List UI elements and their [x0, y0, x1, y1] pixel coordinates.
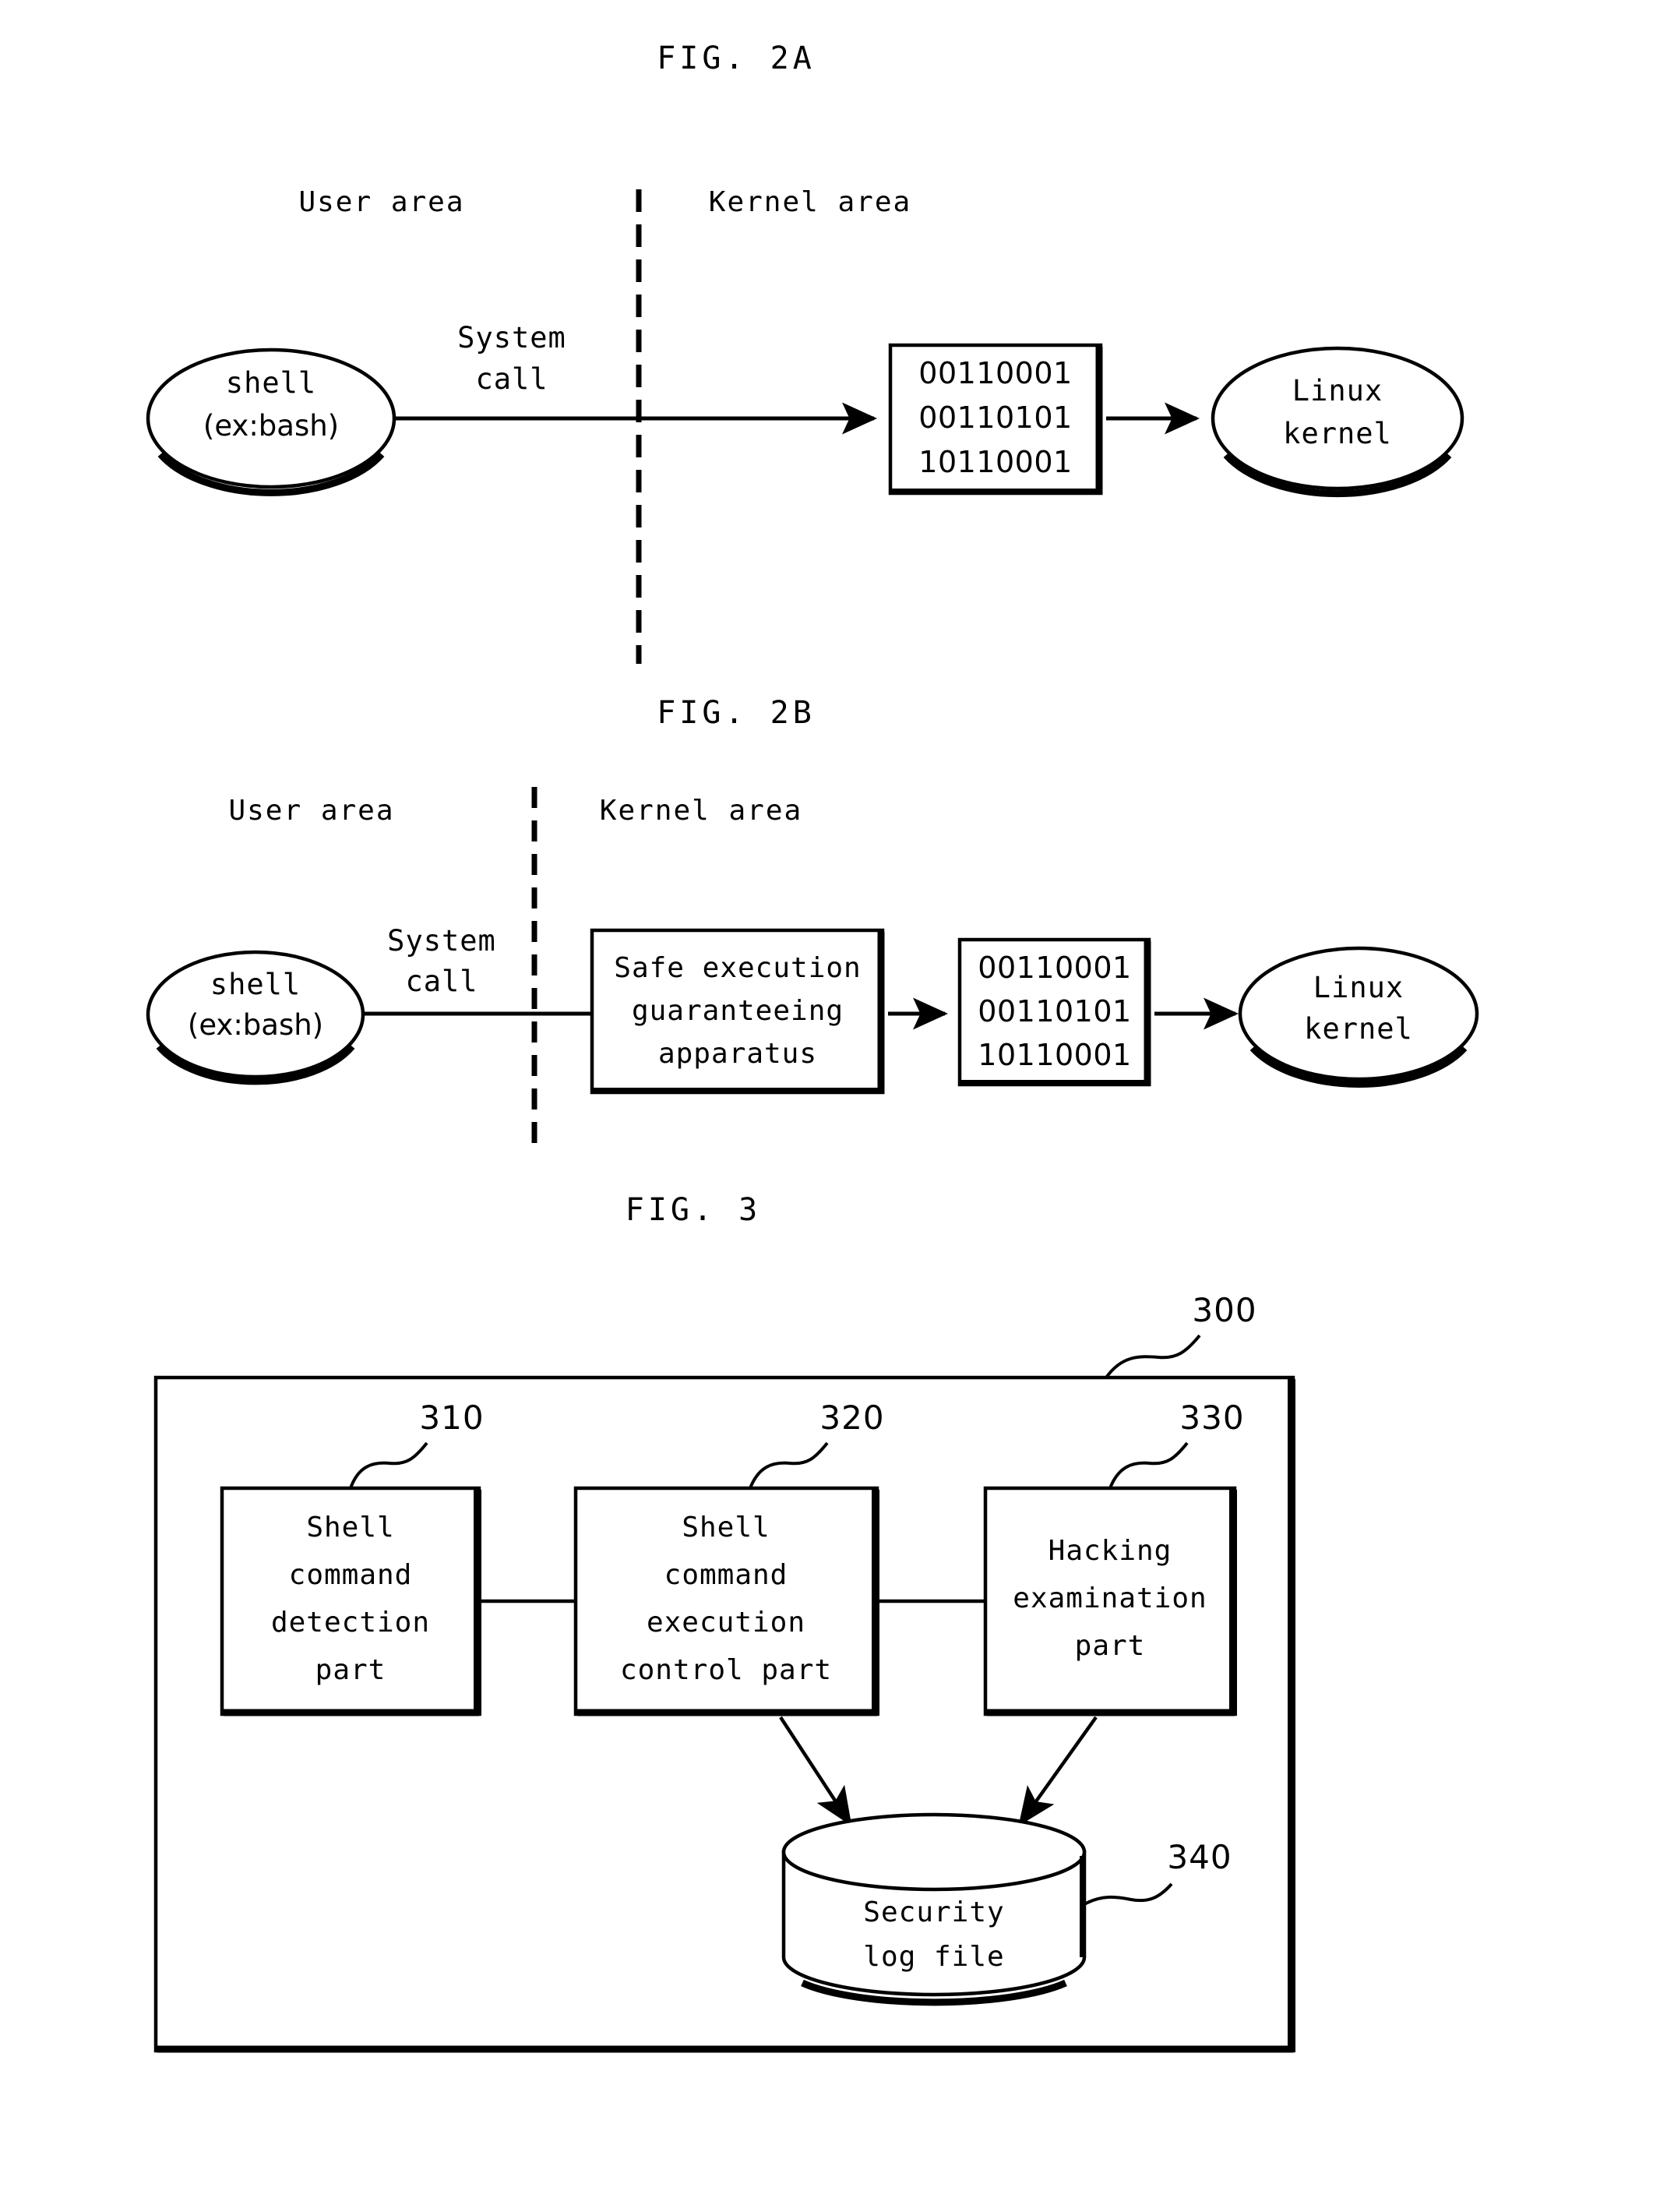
fig3-detection-line4: part [315, 1654, 386, 1686]
fig3-hacking-line3: part [1074, 1630, 1146, 1662]
fig2a-kernel-line2: kernel [1283, 417, 1392, 450]
fig2b-shell-line1: shell [210, 968, 301, 1001]
fig2a-shell-line2: (ex:bash) [203, 409, 340, 443]
fig3-ref-320: 320 [819, 1399, 885, 1437]
fig2b-syscall-line1: System [387, 924, 496, 958]
fig2a-binary-line1: 00110001 [918, 356, 1073, 390]
fig3-hacking-line2: examination [1013, 1582, 1207, 1614]
fig2b-shell-line2: (ex:bash) [187, 1008, 324, 1042]
fig3-ref-300: 300 [1192, 1291, 1257, 1329]
fig2b-binary-line1: 00110001 [978, 951, 1132, 985]
fig3-hacking-line1: Hacking [1048, 1535, 1172, 1567]
patent-drawing-sheet: FIG. 2A User area Kernel area shell (ex:… [0, 0, 1660, 2212]
fig2a-binary-line2: 00110101 [918, 400, 1073, 435]
fig2b-kernel-line1: Linux [1313, 971, 1404, 1004]
fig2a-syscall-line1: System [457, 321, 566, 355]
fig2a-kernel-area-label: Kernel area [708, 186, 912, 218]
fig2a-binary-line3: 10110001 [918, 445, 1073, 479]
fig2b-user-area-label: User area [228, 795, 395, 827]
fig2b-title: FIG. 2B [657, 695, 816, 731]
fig2a-user-area-label: User area [298, 186, 465, 218]
fig2b-apparatus-line2: guaranteeing [631, 995, 844, 1027]
fig3-ref-330: 330 [1179, 1399, 1245, 1437]
fig3-ref-310: 310 [419, 1399, 485, 1437]
fig2a-kernel-line1: Linux [1292, 374, 1383, 407]
fig3-title: FIG. 3 [625, 1192, 762, 1228]
fig3-detection-line1: Shell [306, 1512, 395, 1543]
fig3-logfile-line2: log file [863, 1941, 1005, 1973]
fig3-control-line3: execution [646, 1607, 806, 1639]
fig3-control-line1: Shell [682, 1512, 770, 1543]
fig3-ref-340: 340 [1167, 1838, 1232, 1876]
fig2b-binary-line2: 00110101 [978, 994, 1132, 1028]
fig3-control-line4: control part [619, 1654, 833, 1686]
fig2b-syscall-line2: call [405, 965, 478, 998]
fig3-detection-line2: command [288, 1559, 413, 1591]
fig2b-binary-line3: 10110001 [978, 1038, 1132, 1072]
fig2b-apparatus-line3: apparatus [657, 1038, 818, 1070]
fig2b-kernel-line2: kernel [1304, 1012, 1413, 1046]
fig3-leader-300 [1105, 1334, 1201, 1379]
fig3-logfile-line1: Security [863, 1896, 1005, 1928]
fig2a-shell-line1: shell [225, 366, 317, 400]
fig3-control-line2: command [664, 1559, 788, 1591]
drawing-vectors [146, 189, 1479, 2053]
fig2a-syscall-line2: call [475, 362, 548, 396]
fig2b-kernel-area-label: Kernel area [599, 795, 803, 827]
fig3-detection-line3: detection [270, 1607, 431, 1639]
fig2b-apparatus-line1: Safe execution [614, 952, 862, 984]
fig2a-title: FIG. 2A [657, 41, 816, 76]
